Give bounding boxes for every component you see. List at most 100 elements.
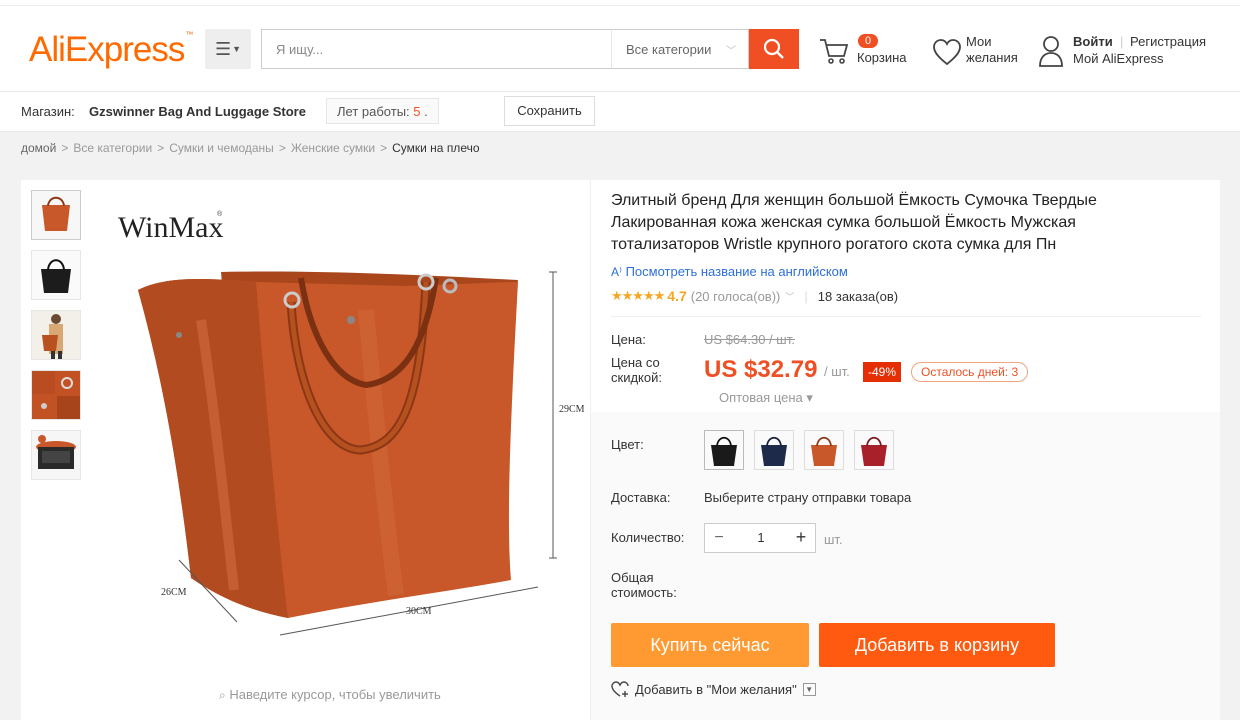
shipping-country-selector[interactable]: Выберите страну отправки товара — [704, 490, 911, 505]
zoom-hint-text: Наведите курсор, чтобы увеличить — [229, 687, 441, 702]
main-product-image[interactable]: WinMax ® 29CM 26CM 30CM — [106, 190, 586, 660]
search-input[interactable]: Я ищу... — [261, 29, 611, 69]
years-value: 5 — [413, 104, 421, 119]
cart-icon — [820, 39, 849, 64]
total-cost-label: Общая стоимость: — [611, 570, 677, 600]
chevron-down-icon: ﹀ — [785, 291, 795, 302]
price-label: Цена: — [611, 332, 646, 347]
breadcrumb-bags[interactable]: Сумки и чемоданы — [169, 141, 274, 155]
rating-score: 4.7 — [667, 288, 687, 304]
rating-row: ★★★★★ 4.7 (20 голоса(ов)) ﹀ | 18 заказа(… — [611, 288, 898, 304]
thumb-interior[interactable] — [31, 430, 81, 480]
product-title: Элитный бренд Для женщин большой Ёмкость… — [611, 192, 1097, 253]
days-left-badge: Осталось дней: 3 — [911, 362, 1029, 382]
rating-divider: | — [804, 288, 808, 304]
divider — [611, 316, 1201, 317]
categories-menu-button[interactable]: ☰ ▼ — [205, 29, 251, 69]
add-to-wishlist-text: Добавить в "Мои желания" — [635, 682, 797, 697]
store-name-link[interactable]: Gzswinner Bag And Luggage Store — [89, 104, 306, 119]
search-category-label: Все категории — [626, 42, 712, 57]
color-swatch-red[interactable] — [854, 430, 894, 470]
product-gallery: WinMax ® 29CM 26CM 30CM ⌕ Наведите курсо… — [21, 180, 591, 720]
dim-height-label: 29CM — [559, 404, 585, 415]
caret-down-icon: ▼ — [232, 44, 242, 54]
breadcrumb-home[interactable]: домой — [21, 141, 56, 155]
color-swatch-navy[interactable] — [754, 430, 794, 470]
heart-plus-icon — [611, 681, 629, 697]
breadcrumb-sep: > — [278, 141, 286, 155]
per-unit: / шт. — [824, 364, 850, 379]
dim-width-label: 30CM — [406, 606, 432, 617]
thumb-orange-bag[interactable] — [31, 190, 81, 240]
quantity-decrease-button[interactable]: − — [705, 524, 733, 552]
thumb-model[interactable] — [31, 310, 81, 360]
quantity-increase-button[interactable]: + — [787, 524, 815, 552]
add-to-cart-button[interactable]: Добавить в корзину — [819, 623, 1055, 667]
svg-text:®: ® — [217, 210, 223, 218]
breadcrumb-womens-bags[interactable]: Женские сумки — [291, 141, 375, 155]
old-price: US $64.30 / шт. — [704, 332, 795, 347]
years-dot: . — [424, 104, 428, 119]
wishlist-dropdown-icon[interactable]: ▼ — [802, 683, 816, 696]
dim-depth-label: 26CM — [161, 587, 187, 598]
quantity-unit: шт. — [824, 532, 843, 547]
breadcrumb-sep: > — [61, 141, 69, 155]
translate-title-text: Посмотреть название на английском — [625, 264, 848, 279]
my-aliexpress-link[interactable]: Мой AliExpress — [1073, 51, 1164, 66]
store-years-badge: Лет работы: 5 . — [326, 98, 439, 124]
star-rating-icon: ★★★★★ — [611, 288, 665, 303]
search-category-select[interactable]: Все категории ﹀ — [611, 29, 749, 69]
site-header: AliExpress™ ☰ ▼ Я ищу... Все категории ﹀ … — [0, 0, 1240, 92]
color-swatch-black[interactable] — [704, 430, 744, 470]
user-icon — [1039, 36, 1063, 67]
magnifier-icon: ⌕ — [219, 688, 226, 702]
add-to-wishlist-link[interactable]: Добавить в "Мои желания" ▼ — [611, 681, 816, 698]
options-panel — [591, 412, 1220, 720]
votes-link[interactable]: (20 голоса(ов)) — [691, 289, 781, 304]
cart-count-badge: 0 — [858, 34, 879, 48]
register-link[interactable]: Регистрация — [1130, 34, 1206, 49]
quantity-input[interactable]: 1 — [733, 524, 789, 552]
wishlist-label-2: желания — [966, 50, 1018, 65]
breadcrumb-all-categories[interactable]: Все категории — [73, 141, 152, 155]
thumb-detail[interactable] — [31, 370, 81, 420]
hamburger-icon: ☰ — [214, 38, 232, 59]
buy-now-button[interactable]: Купить сейчас — [611, 623, 809, 667]
discount-price: US $32.79 — [704, 356, 818, 383]
zoom-hint: ⌕ Наведите курсор, чтобы увеличить — [219, 687, 441, 703]
breadcrumb-shoulder-bags: Сумки на плечо — [392, 141, 480, 155]
search-button[interactable] — [749, 29, 799, 69]
cart-link[interactable]: 0 Корзина — [818, 32, 918, 72]
logo-text: AliExpress — [29, 30, 185, 69]
store-bar: Магазин: Gzswinner Bag And Luggage Store… — [0, 92, 1240, 132]
quantity-stepper: − 1 + — [704, 523, 816, 553]
thumb-black-bag[interactable] — [31, 250, 81, 300]
cart-label: Корзина — [857, 50, 907, 65]
wishlist-link[interactable]: Мои желания — [930, 34, 1030, 74]
brand-logo: WinMax — [118, 211, 223, 244]
aliexpress-logo[interactable]: AliExpress™ — [29, 30, 193, 70]
translate-icon: A⁾ — [611, 265, 622, 279]
color-label: Цвет: — [611, 437, 644, 452]
wholesale-price-dropdown[interactable]: Оптовая цена ▾ — [719, 390, 813, 406]
product-card: WinMax ® 29CM 26CM 30CM ⌕ Наведите курсо… — [21, 180, 1220, 720]
discount-price-label: Цена со скидкой: — [611, 355, 662, 385]
logo-tm: ™ — [185, 30, 193, 39]
top-strip — [0, 0, 1240, 6]
breadcrumb: домой > Все категории > Сумки и чемоданы > Жен… — [21, 141, 480, 155]
store-label: Магазин: — [21, 104, 75, 119]
login-link[interactable]: Войти — [1073, 34, 1113, 49]
heart-icon — [933, 39, 961, 66]
color-swatch-brown[interactable] — [804, 430, 844, 470]
chevron-down-icon: ﹀ — [726, 46, 736, 57]
orders-count: 18 заказа(ов) — [817, 288, 899, 304]
shipping-label: Доставка: — [611, 490, 671, 505]
years-label: Лет работы: — [337, 104, 410, 119]
search-icon — [763, 38, 784, 59]
account-separator: | — [1120, 34, 1124, 49]
save-store-button[interactable]: Сохранить — [504, 96, 595, 126]
breadcrumb-sep: > — [157, 141, 165, 155]
account-area: Войти | Регистрация Мой AliExpress — [1038, 33, 1238, 73]
breadcrumb-sep: > — [380, 141, 388, 155]
translate-title-link[interactable]: A⁾ Посмотреть название на английском — [611, 264, 848, 279]
